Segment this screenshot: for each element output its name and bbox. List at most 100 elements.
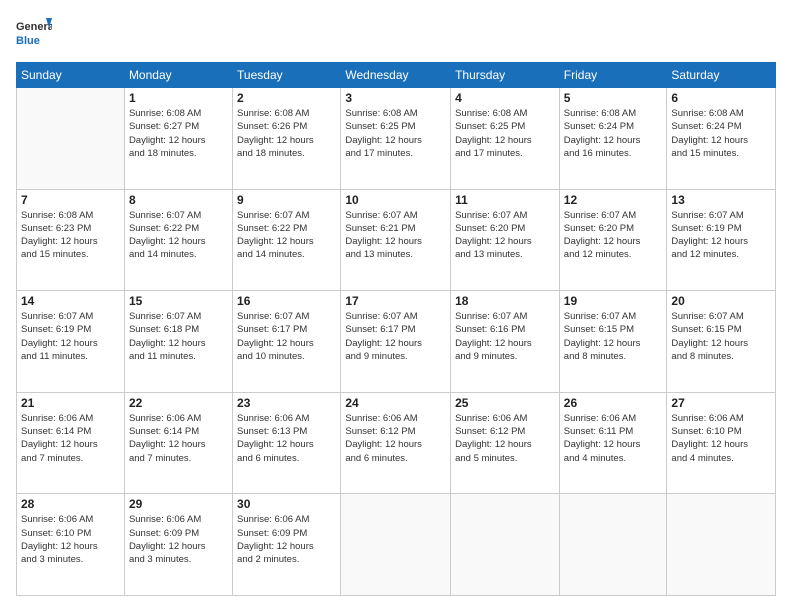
day-number: 23 bbox=[237, 396, 336, 410]
calendar-cell: 14 Sunrise: 6:07 AMSunset: 6:19 PMDayligh… bbox=[17, 291, 125, 393]
day-info: Sunrise: 6:06 AMSunset: 6:10 PMDaylight:… bbox=[21, 513, 120, 566]
calendar-cell: 27 Sunrise: 6:06 AMSunset: 6:10 PMDayligh… bbox=[667, 392, 776, 494]
day-of-week-header: Wednesday bbox=[341, 63, 451, 88]
header: General Blue bbox=[16, 16, 776, 52]
day-info: Sunrise: 6:08 AMSunset: 6:25 PMDaylight:… bbox=[455, 107, 555, 160]
logo-svg: General Blue bbox=[16, 16, 52, 52]
day-info: Sunrise: 6:08 AMSunset: 6:25 PMDaylight:… bbox=[345, 107, 446, 160]
calendar-cell: 8Sunrise: 6:07 AMSunset: 6:22 PMDaylight… bbox=[124, 189, 232, 291]
logo: General Blue bbox=[16, 16, 52, 52]
day-info: Sunrise: 6:07 AMSunset: 6:22 PMDaylight:… bbox=[237, 209, 336, 262]
calendar-cell bbox=[559, 494, 667, 596]
svg-text:General: General bbox=[16, 21, 52, 33]
day-of-week-header: Thursday bbox=[451, 63, 560, 88]
day-number: 29 bbox=[129, 497, 228, 511]
day-info: Sunrise: 6:07 AMSunset: 6:17 PMDaylight:… bbox=[345, 310, 446, 363]
day-info: Sunrise: 6:08 AMSunset: 6:26 PMDaylight:… bbox=[237, 107, 336, 160]
day-number: 28 bbox=[21, 497, 120, 511]
calendar-cell: 30 Sunrise: 6:06 AMSunset: 6:09 PMDayligh… bbox=[233, 494, 341, 596]
day-info: Sunrise: 6:07 AMSunset: 6:15 PMDaylight:… bbox=[564, 310, 663, 363]
day-info: Sunrise: 6:07 AMSunset: 6:15 PMDaylight:… bbox=[671, 310, 771, 363]
day-number: 30 bbox=[237, 497, 336, 511]
day-info: Sunrise: 6:06 AMSunset: 6:13 PMDaylight:… bbox=[237, 412, 336, 465]
day-info: Sunrise: 6:07 AMSunset: 6:19 PMDaylight:… bbox=[21, 310, 120, 363]
day-number: 16 bbox=[237, 294, 336, 308]
day-number: 24 bbox=[345, 396, 446, 410]
calendar-cell: 12 Sunrise: 6:07 AMSunset: 6:20 PMDayligh… bbox=[559, 189, 667, 291]
calendar-cell: 17Sunrise: 6:07 AMSunset: 6:17 PMDayligh… bbox=[341, 291, 451, 393]
calendar-cell: 19Sunrise: 6:07 AMSunset: 6:15 PMDayligh… bbox=[559, 291, 667, 393]
day-info: Sunrise: 6:06 AMSunset: 6:11 PMDaylight:… bbox=[564, 412, 663, 465]
svg-text:Blue: Blue bbox=[16, 35, 40, 47]
calendar-cell bbox=[17, 88, 125, 190]
calendar-cell bbox=[667, 494, 776, 596]
day-number: 1 bbox=[129, 91, 228, 105]
calendar-cell: 20Sunrise: 6:07 AMSunset: 6:15 PMDayligh… bbox=[667, 291, 776, 393]
day-number: 7 bbox=[21, 193, 120, 207]
day-number: 22 bbox=[129, 396, 228, 410]
calendar-cell: 4 Sunrise: 6:08 AMSunset: 6:25 PMDaylight… bbox=[451, 88, 560, 190]
calendar-cell: 6 Sunrise: 6:08 AMSunset: 6:24 PMDaylight… bbox=[667, 88, 776, 190]
calendar-week-row: 1 Sunrise: 6:08 AMSunset: 6:27 PMDaylight… bbox=[17, 88, 776, 190]
day-info: Sunrise: 6:07 AMSunset: 6:20 PMDaylight:… bbox=[455, 209, 555, 262]
day-info: Sunrise: 6:06 AMSunset: 6:14 PMDaylight:… bbox=[21, 412, 120, 465]
day-info: Sunrise: 6:06 AMSunset: 6:09 PMDaylight:… bbox=[237, 513, 336, 566]
calendar-cell: 3 Sunrise: 6:08 AMSunset: 6:25 PMDaylight… bbox=[341, 88, 451, 190]
day-number: 11 bbox=[455, 193, 555, 207]
day-of-week-header: Sunday bbox=[17, 63, 125, 88]
day-of-week-header: Monday bbox=[124, 63, 232, 88]
day-info: Sunrise: 6:06 AMSunset: 6:14 PMDaylight:… bbox=[129, 412, 228, 465]
calendar-cell: 23 Sunrise: 6:06 AMSunset: 6:13 PMDayligh… bbox=[233, 392, 341, 494]
day-info: Sunrise: 6:07 AMSunset: 6:19 PMDaylight:… bbox=[671, 209, 771, 262]
day-number: 18 bbox=[455, 294, 555, 308]
calendar-cell: 7Sunrise: 6:08 AMSunset: 6:23 PMDaylight… bbox=[17, 189, 125, 291]
day-info: Sunrise: 6:06 AMSunset: 6:09 PMDaylight:… bbox=[129, 513, 228, 566]
calendar-cell: 26 Sunrise: 6:06 AMSunset: 6:11 PMDayligh… bbox=[559, 392, 667, 494]
calendar-cell: 25 Sunrise: 6:06 AMSunset: 6:12 PMDayligh… bbox=[451, 392, 560, 494]
day-info: Sunrise: 6:07 AMSunset: 6:18 PMDaylight:… bbox=[129, 310, 228, 363]
day-of-week-header: Tuesday bbox=[233, 63, 341, 88]
day-of-week-header: Friday bbox=[559, 63, 667, 88]
day-info: Sunrise: 6:06 AMSunset: 6:12 PMDaylight:… bbox=[345, 412, 446, 465]
calendar-table: SundayMondayTuesdayWednesdayThursdayFrid… bbox=[16, 62, 776, 596]
calendar-cell: 28 Sunrise: 6:06 AMSunset: 6:10 PMDayligh… bbox=[17, 494, 125, 596]
calendar-cell: 21 Sunrise: 6:06 AMSunset: 6:14 PMDayligh… bbox=[17, 392, 125, 494]
day-info: Sunrise: 6:07 AMSunset: 6:16 PMDaylight:… bbox=[455, 310, 555, 363]
calendar-cell: 18 Sunrise: 6:07 AMSunset: 6:16 PMDayligh… bbox=[451, 291, 560, 393]
calendar-cell: 9 Sunrise: 6:07 AMSunset: 6:22 PMDaylight… bbox=[233, 189, 341, 291]
day-number: 2 bbox=[237, 91, 336, 105]
day-number: 21 bbox=[21, 396, 120, 410]
day-info: Sunrise: 6:06 AMSunset: 6:12 PMDaylight:… bbox=[455, 412, 555, 465]
day-number: 27 bbox=[671, 396, 771, 410]
day-number: 25 bbox=[455, 396, 555, 410]
day-info: Sunrise: 6:08 AMSunset: 6:24 PMDaylight:… bbox=[564, 107, 663, 160]
day-info: Sunrise: 6:08 AMSunset: 6:27 PMDaylight:… bbox=[129, 107, 228, 160]
calendar-cell bbox=[341, 494, 451, 596]
day-number: 26 bbox=[564, 396, 663, 410]
calendar-cell: 29 Sunrise: 6:06 AMSunset: 6:09 PMDayligh… bbox=[124, 494, 232, 596]
calendar-cell: 16Sunrise: 6:07 AMSunset: 6:17 PMDayligh… bbox=[233, 291, 341, 393]
day-number: 6 bbox=[671, 91, 771, 105]
page: General Blue SundayMondayTuesdayWednesda… bbox=[0, 0, 792, 612]
day-number: 13 bbox=[671, 193, 771, 207]
calendar-cell: 2 Sunrise: 6:08 AMSunset: 6:26 PMDaylight… bbox=[233, 88, 341, 190]
logo-graphic: General Blue bbox=[16, 16, 52, 52]
day-number: 3 bbox=[345, 91, 446, 105]
day-info: Sunrise: 6:07 AMSunset: 6:21 PMDaylight:… bbox=[345, 209, 446, 262]
day-number: 9 bbox=[237, 193, 336, 207]
day-info: Sunrise: 6:07 AMSunset: 6:22 PMDaylight:… bbox=[129, 209, 228, 262]
day-number: 5 bbox=[564, 91, 663, 105]
calendar-cell bbox=[451, 494, 560, 596]
day-info: Sunrise: 6:07 AMSunset: 6:20 PMDaylight:… bbox=[564, 209, 663, 262]
calendar-cell: 13 Sunrise: 6:07 AMSunset: 6:19 PMDayligh… bbox=[667, 189, 776, 291]
day-info: Sunrise: 6:08 AMSunset: 6:24 PMDaylight:… bbox=[671, 107, 771, 160]
calendar-header-row: SundayMondayTuesdayWednesdayThursdayFrid… bbox=[17, 63, 776, 88]
day-number: 4 bbox=[455, 91, 555, 105]
day-number: 12 bbox=[564, 193, 663, 207]
day-number: 14 bbox=[21, 294, 120, 308]
calendar-cell: 11 Sunrise: 6:07 AMSunset: 6:20 PMDayligh… bbox=[451, 189, 560, 291]
calendar-cell: 1 Sunrise: 6:08 AMSunset: 6:27 PMDaylight… bbox=[124, 88, 232, 190]
day-info: Sunrise: 6:06 AMSunset: 6:10 PMDaylight:… bbox=[671, 412, 771, 465]
calendar-cell: 24 Sunrise: 6:06 AMSunset: 6:12 PMDayligh… bbox=[341, 392, 451, 494]
calendar-cell: 5 Sunrise: 6:08 AMSunset: 6:24 PMDaylight… bbox=[559, 88, 667, 190]
